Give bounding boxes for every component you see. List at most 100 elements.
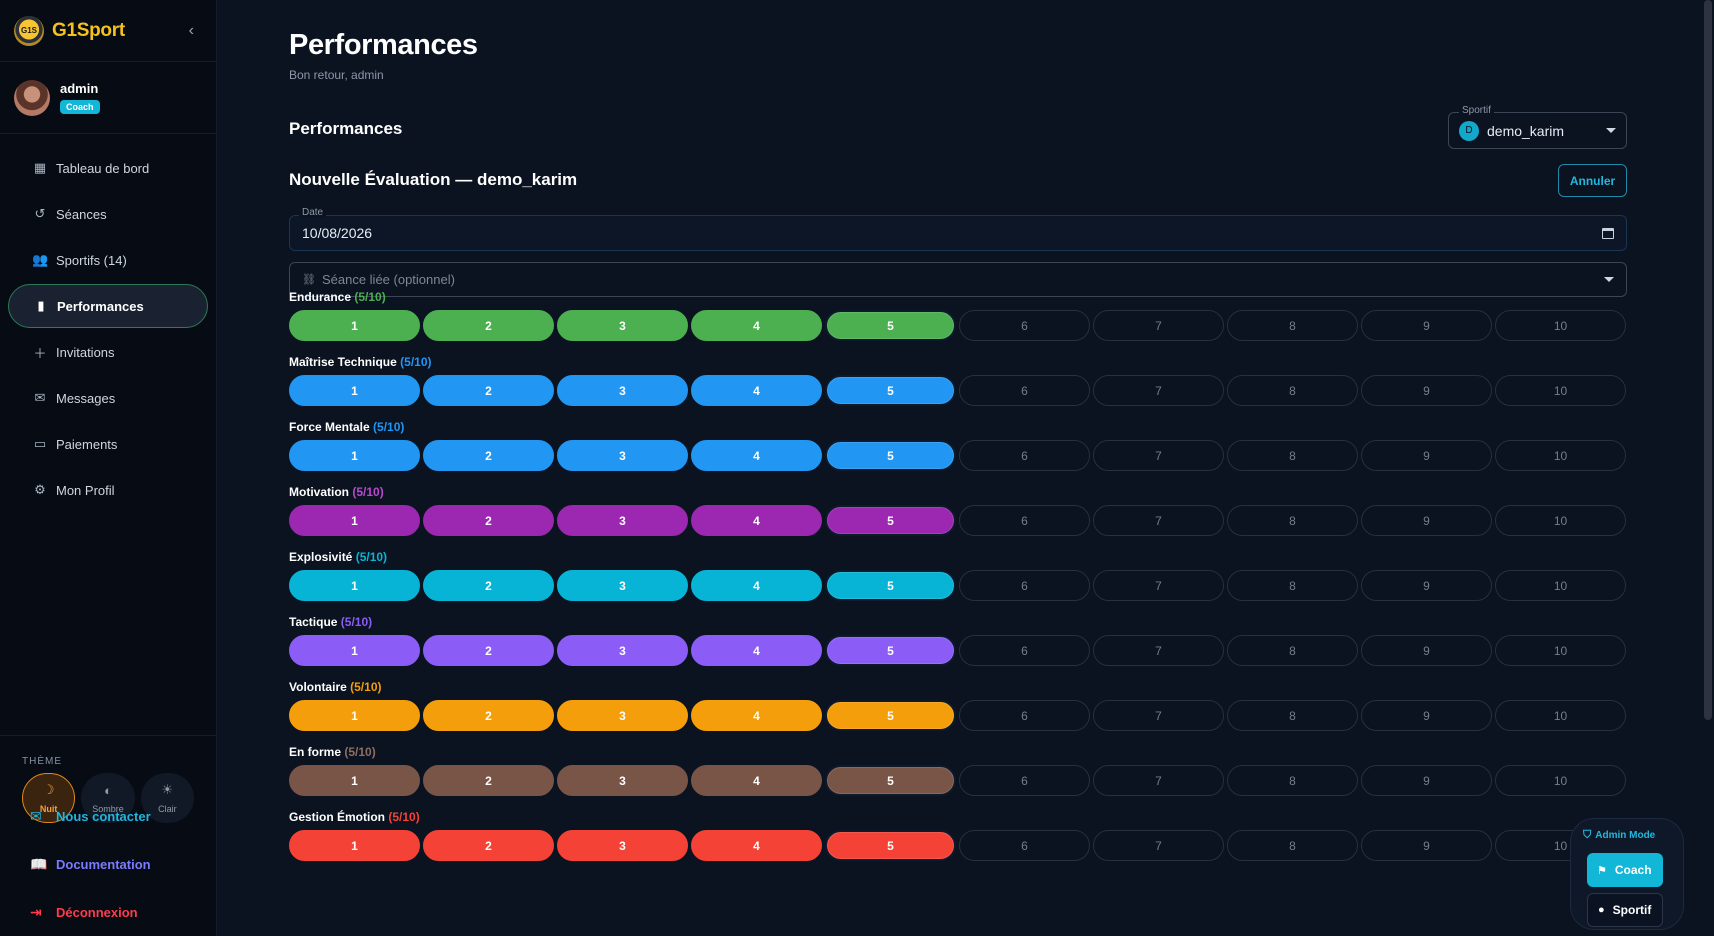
sidebar-item-séances[interactable]: ↺ Séances	[8, 192, 208, 236]
score-option-10[interactable]: 10	[1495, 375, 1626, 406]
score-option-3[interactable]: 3	[557, 375, 688, 406]
score-option-7[interactable]: 7	[1093, 635, 1224, 666]
score-option-5[interactable]: 5	[825, 440, 956, 471]
score-option-8[interactable]: 8	[1227, 830, 1358, 861]
score-option-6[interactable]: 6	[959, 375, 1090, 406]
logout-link[interactable]: ⇥ Déconnexion	[0, 888, 216, 936]
sidebar-item-mon-profil[interactable]: ⚙ Mon Profil	[8, 468, 208, 512]
contact-link[interactable]: ✉ Nous contacter	[0, 792, 216, 840]
score-option-8[interactable]: 8	[1227, 765, 1358, 796]
score-option-9[interactable]: 9	[1361, 635, 1492, 666]
score-option-1[interactable]: 1	[289, 635, 420, 666]
score-option-4[interactable]: 4	[691, 830, 822, 861]
score-option-6[interactable]: 6	[959, 635, 1090, 666]
score-option-7[interactable]: 7	[1093, 570, 1224, 601]
coach-mode-button[interactable]: ⚑ Coach	[1587, 853, 1663, 887]
sportif-select[interactable]: Sportif D demo_karim	[1448, 105, 1627, 149]
score-option-3[interactable]: 3	[557, 505, 688, 536]
score-option-5[interactable]: 5	[825, 375, 956, 406]
score-option-3[interactable]: 3	[557, 635, 688, 666]
score-option-5[interactable]: 5	[825, 700, 956, 731]
brand-logo-icon[interactable]: G1S	[14, 15, 44, 46]
score-option-7[interactable]: 7	[1093, 440, 1224, 471]
score-option-4[interactable]: 4	[691, 375, 822, 406]
score-option-10[interactable]: 10	[1495, 765, 1626, 796]
score-option-1[interactable]: 1	[289, 505, 420, 536]
sidebar-item-performances[interactable]: ▮ Performances	[8, 284, 208, 328]
score-option-1[interactable]: 1	[289, 570, 420, 601]
score-option-1[interactable]: 1	[289, 375, 420, 406]
score-option-1[interactable]: 1	[289, 440, 420, 471]
score-option-7[interactable]: 7	[1093, 310, 1224, 341]
score-option-5[interactable]: 5	[825, 570, 956, 601]
score-option-4[interactable]: 4	[691, 440, 822, 471]
score-option-10[interactable]: 10	[1495, 635, 1626, 666]
avatar[interactable]	[14, 79, 50, 116]
score-option-9[interactable]: 9	[1361, 310, 1492, 341]
score-option-6[interactable]: 6	[959, 505, 1090, 536]
sidebar-item-sportifs-14[interactable]: 👥 Sportifs (14)	[8, 238, 208, 282]
score-option-8[interactable]: 8	[1227, 440, 1358, 471]
score-option-5[interactable]: 5	[825, 635, 956, 666]
score-option-7[interactable]: 7	[1093, 375, 1224, 406]
sidebar-item-invitations[interactable]: ＋ Invitations	[8, 330, 208, 374]
score-option-6[interactable]: 6	[959, 830, 1090, 861]
score-option-7[interactable]: 7	[1093, 700, 1224, 731]
score-option-8[interactable]: 8	[1227, 570, 1358, 601]
score-option-1[interactable]: 1	[289, 310, 420, 341]
score-option-10[interactable]: 10	[1495, 310, 1626, 341]
score-option-6[interactable]: 6	[959, 310, 1090, 341]
score-option-2[interactable]: 2	[423, 830, 554, 861]
score-option-6[interactable]: 6	[959, 570, 1090, 601]
score-option-4[interactable]: 4	[691, 310, 822, 341]
score-option-5[interactable]: 5	[825, 765, 956, 796]
score-option-1[interactable]: 1	[289, 830, 420, 861]
calendar-icon[interactable]	[1602, 227, 1614, 239]
score-option-5[interactable]: 5	[825, 310, 956, 341]
score-option-8[interactable]: 8	[1227, 635, 1358, 666]
score-option-3[interactable]: 3	[557, 570, 688, 601]
score-option-7[interactable]: 7	[1093, 830, 1224, 861]
score-option-4[interactable]: 4	[691, 570, 822, 601]
score-option-3[interactable]: 3	[557, 440, 688, 471]
score-option-3[interactable]: 3	[557, 310, 688, 341]
documentation-link[interactable]: 📖 Documentation	[0, 840, 216, 888]
score-option-2[interactable]: 2	[423, 765, 554, 796]
score-option-2[interactable]: 2	[423, 375, 554, 406]
score-option-9[interactable]: 9	[1361, 700, 1492, 731]
score-option-2[interactable]: 2	[423, 310, 554, 341]
score-option-2[interactable]: 2	[423, 505, 554, 536]
score-option-9[interactable]: 9	[1361, 440, 1492, 471]
score-option-6[interactable]: 6	[959, 440, 1090, 471]
score-option-9[interactable]: 9	[1361, 505, 1492, 536]
scrollbar[interactable]	[1704, 0, 1712, 720]
score-option-2[interactable]: 2	[423, 635, 554, 666]
score-option-4[interactable]: 4	[691, 765, 822, 796]
score-option-8[interactable]: 8	[1227, 310, 1358, 341]
score-option-6[interactable]: 6	[959, 765, 1090, 796]
score-option-2[interactable]: 2	[423, 700, 554, 731]
score-option-10[interactable]: 10	[1495, 700, 1626, 731]
score-option-4[interactable]: 4	[691, 635, 822, 666]
score-option-9[interactable]: 9	[1361, 765, 1492, 796]
score-option-9[interactable]: 9	[1361, 570, 1492, 601]
score-option-8[interactable]: 8	[1227, 375, 1358, 406]
score-option-4[interactable]: 4	[691, 700, 822, 731]
score-option-4[interactable]: 4	[691, 505, 822, 536]
sidebar-item-messages[interactable]: ✉ Messages	[8, 376, 208, 420]
score-option-7[interactable]: 7	[1093, 765, 1224, 796]
score-option-1[interactable]: 1	[289, 765, 420, 796]
cancel-button[interactable]: Annuler	[1558, 164, 1627, 197]
collapse-sidebar-icon[interactable]: ‹	[189, 22, 202, 40]
score-option-8[interactable]: 8	[1227, 700, 1358, 731]
score-option-5[interactable]: 5	[825, 830, 956, 861]
sidebar-item-paiements[interactable]: ▭ Paiements	[8, 422, 208, 466]
date-field[interactable]: Date 10/08/2026	[289, 207, 1627, 251]
score-option-3[interactable]: 3	[557, 765, 688, 796]
score-option-5[interactable]: 5	[825, 505, 956, 536]
sidebar-item-tableau-de-bord[interactable]: ▦ Tableau de bord	[8, 146, 208, 190]
score-option-6[interactable]: 6	[959, 700, 1090, 731]
score-option-8[interactable]: 8	[1227, 505, 1358, 536]
score-option-3[interactable]: 3	[557, 700, 688, 731]
score-option-10[interactable]: 10	[1495, 505, 1626, 536]
